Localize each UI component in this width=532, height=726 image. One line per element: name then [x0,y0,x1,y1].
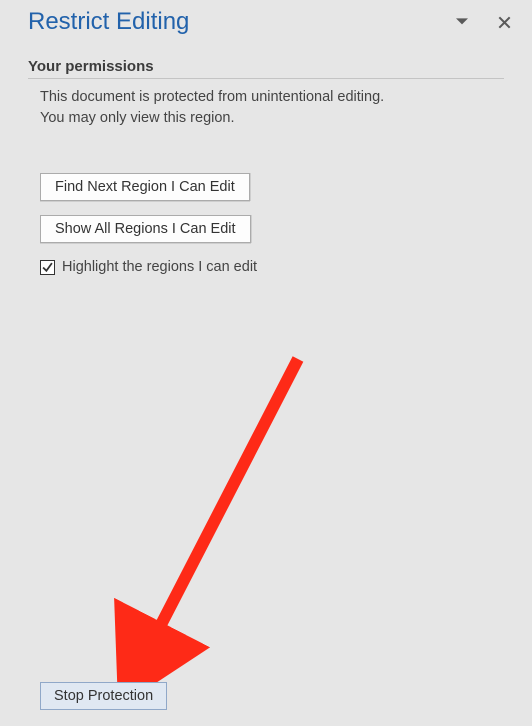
highlight-regions-checkbox[interactable] [40,260,55,275]
chevron-down-icon [456,16,468,28]
checkmark-icon [42,262,53,273]
section-divider [28,78,504,79]
permissions-description: This document is protected from unintent… [28,87,504,129]
task-pane-options-dropdown[interactable] [448,8,476,36]
show-all-regions-button[interactable]: Show All Regions I Can Edit [40,215,251,243]
stop-protection-button[interactable]: Stop Protection [40,682,167,710]
pane-header: Restrict Editing [0,0,532,40]
controls-group: Find Next Region I Can Edit Show All Reg… [28,173,504,275]
pane-title: Restrict Editing [28,8,434,36]
pane-content: Your permissions This document is protec… [0,40,532,275]
bottom-bar: Stop Protection [0,668,532,726]
highlight-regions-label[interactable]: Highlight the regions I can edit [62,259,257,275]
annotation-arrow [106,344,326,694]
close-pane-button[interactable] [490,8,518,36]
highlight-checkbox-row: Highlight the regions I can edit [40,257,504,275]
find-next-region-button[interactable]: Find Next Region I Can Edit [40,173,250,201]
permissions-line2: You may only view this region. [40,110,235,126]
close-icon [498,16,511,29]
permissions-heading: Your permissions [28,58,504,75]
permissions-line1: This document is protected from unintent… [40,89,384,105]
